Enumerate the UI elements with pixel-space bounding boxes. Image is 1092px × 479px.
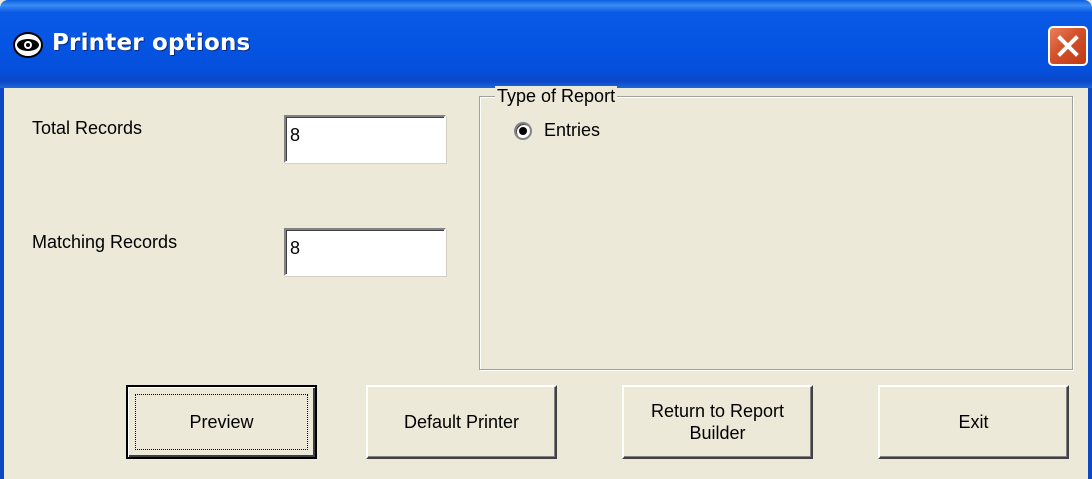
close-button[interactable] <box>1048 26 1088 66</box>
matching-records-field[interactable]: 8 <box>284 228 446 276</box>
preview-button-label: Preview <box>189 412 254 432</box>
total-records-label: Total Records <box>32 118 143 138</box>
window-title: Printer options <box>52 30 251 56</box>
close-icon <box>1057 35 1079 57</box>
default-printer-button[interactable]: Default Printer <box>366 385 557 459</box>
default-printer-button-label: Default Printer <box>403 412 520 432</box>
return-to-report-builder-button-label: Return to Report Builder <box>650 401 785 443</box>
report-type-legend: Type of Report <box>495 86 618 107</box>
exit-button-label: Exit <box>958 412 989 432</box>
window-frame-left <box>0 88 4 479</box>
exit-button[interactable]: Exit <box>878 385 1069 459</box>
eye-icon <box>12 30 44 60</box>
preview-button[interactable]: Preview <box>126 385 317 459</box>
total-records-field[interactable]: 8 <box>284 115 446 163</box>
entries-radio[interactable] <box>514 122 532 140</box>
return-to-report-builder-button[interactable]: Return to Report Builder <box>622 385 813 459</box>
entries-radio-label[interactable]: Entries <box>544 120 600 141</box>
matching-records-label: Matching Records <box>32 232 178 252</box>
title-bar[interactable]: Printer options <box>0 0 1092 88</box>
window-frame-right <box>1088 88 1092 479</box>
